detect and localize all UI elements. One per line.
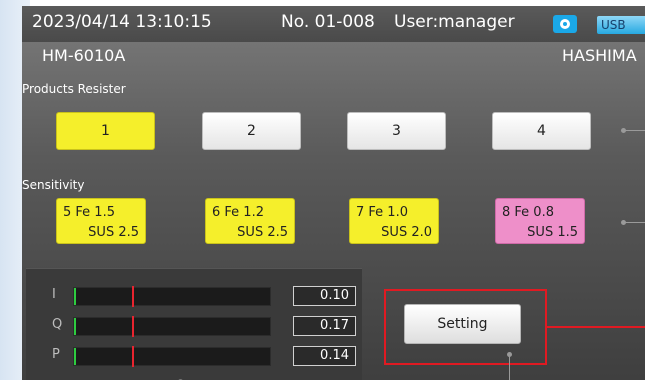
- sensitivity-button-8[interactable]: 8 Fe 0.8 SUS 1.5: [495, 198, 585, 244]
- product-button-label: 1: [101, 123, 110, 139]
- setting-button[interactable]: Setting: [404, 304, 521, 344]
- products-title: Products Resister: [22, 82, 126, 96]
- camera-icon[interactable]: [553, 15, 577, 33]
- connector-line: [624, 222, 645, 223]
- meter-value: 0.10: [293, 286, 356, 306]
- sensitivity-fe: 6 Fe 1.2: [212, 205, 264, 220]
- meter-row-p: P 0.14: [26, 345, 362, 367]
- product-button-1[interactable]: 1: [56, 112, 155, 150]
- meter-label: Q: [52, 317, 63, 332]
- sensitivity-title: Sensitivity: [22, 178, 85, 192]
- meter-row-q: Q 0.17: [26, 315, 362, 337]
- meter-bar: [73, 316, 271, 337]
- record-number: No. 01-008: [281, 12, 375, 32]
- meter-level: [74, 348, 76, 365]
- sensitivity-button-6[interactable]: 6 Fe 1.2 SUS 2.5: [205, 198, 295, 244]
- setting-button-label: Setting: [437, 316, 488, 332]
- sensitivity-fe: 7 Fe 1.0: [356, 205, 408, 220]
- sensitivity-sus: SUS 2.5: [88, 225, 139, 240]
- callout-line: [547, 326, 645, 328]
- sensitivity-fe: 8 Fe 0.8: [502, 205, 554, 220]
- sensitivity-sus: SUS 2.5: [237, 225, 288, 240]
- product-button-label: 3: [392, 123, 401, 139]
- status-bar: 2023/04/14 13:10:15 No. 01-008 User:mana…: [22, 6, 645, 42]
- usb-badge[interactable]: USB: [597, 16, 645, 34]
- threshold-marker: [132, 346, 134, 367]
- sensitivity-button-5[interactable]: 5 Fe 1.5 SUS 2.5: [56, 198, 146, 244]
- product-button-4[interactable]: 4: [492, 112, 591, 150]
- meter-bar: [73, 286, 271, 307]
- maker-name: HASHIMA: [562, 46, 637, 65]
- sensitivity-button-7[interactable]: 7 Fe 1.0 SUS 2.0: [349, 198, 439, 244]
- model-name: HM-6010A: [42, 46, 126, 65]
- user-label: User:manager: [394, 12, 515, 32]
- connector-line: [509, 356, 510, 380]
- product-button-label: 4: [537, 123, 546, 139]
- meter-row-i: I 0.10: [26, 285, 362, 307]
- threshold-marker: [132, 316, 134, 337]
- meter-label: P: [52, 347, 60, 362]
- meter-label: I: [52, 287, 56, 302]
- threshold-marker: [132, 286, 134, 307]
- meter-value: 0.17: [293, 316, 356, 336]
- signal-meter-panel: I 0.10 Q 0.17 P 0.14: [26, 268, 362, 380]
- meter-bar: [73, 346, 271, 367]
- product-button-label: 2: [247, 123, 256, 139]
- sensitivity-sus: SUS 1.5: [527, 225, 578, 240]
- datetime: 2023/04/14 13:10:15: [32, 12, 212, 32]
- connector-line: [624, 130, 645, 131]
- sensitivity-sus: SUS 2.0: [381, 225, 432, 240]
- product-button-2[interactable]: 2: [202, 112, 301, 150]
- meter-level: [74, 318, 76, 335]
- sensitivity-fe: 5 Fe 1.5: [63, 205, 115, 220]
- product-button-3[interactable]: 3: [347, 112, 446, 150]
- meter-value: 0.14: [293, 346, 356, 366]
- meter-level: [74, 288, 76, 305]
- device-screen: 2023/04/14 13:10:15 No. 01-008 User:mana…: [22, 6, 645, 380]
